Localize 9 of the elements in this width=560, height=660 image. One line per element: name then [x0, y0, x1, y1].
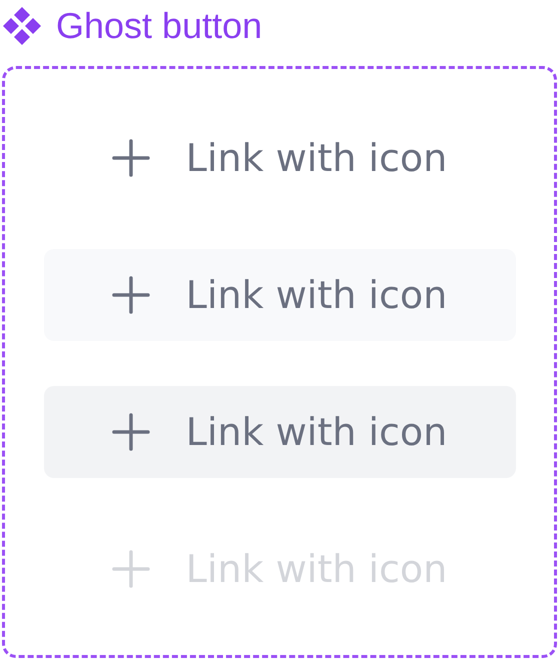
- plus-icon: [112, 413, 150, 451]
- link-button[interactable]: Link with icon: [44, 386, 516, 478]
- plus-icon: [112, 139, 150, 177]
- plus-icon: [112, 550, 150, 588]
- component-title: Ghost button: [56, 5, 262, 47]
- link-button[interactable]: Link with icon: [44, 112, 516, 204]
- link-button[interactable]: Link with icon: [44, 249, 516, 341]
- component-set-icon: [2, 6, 42, 46]
- plus-icon: [112, 276, 150, 314]
